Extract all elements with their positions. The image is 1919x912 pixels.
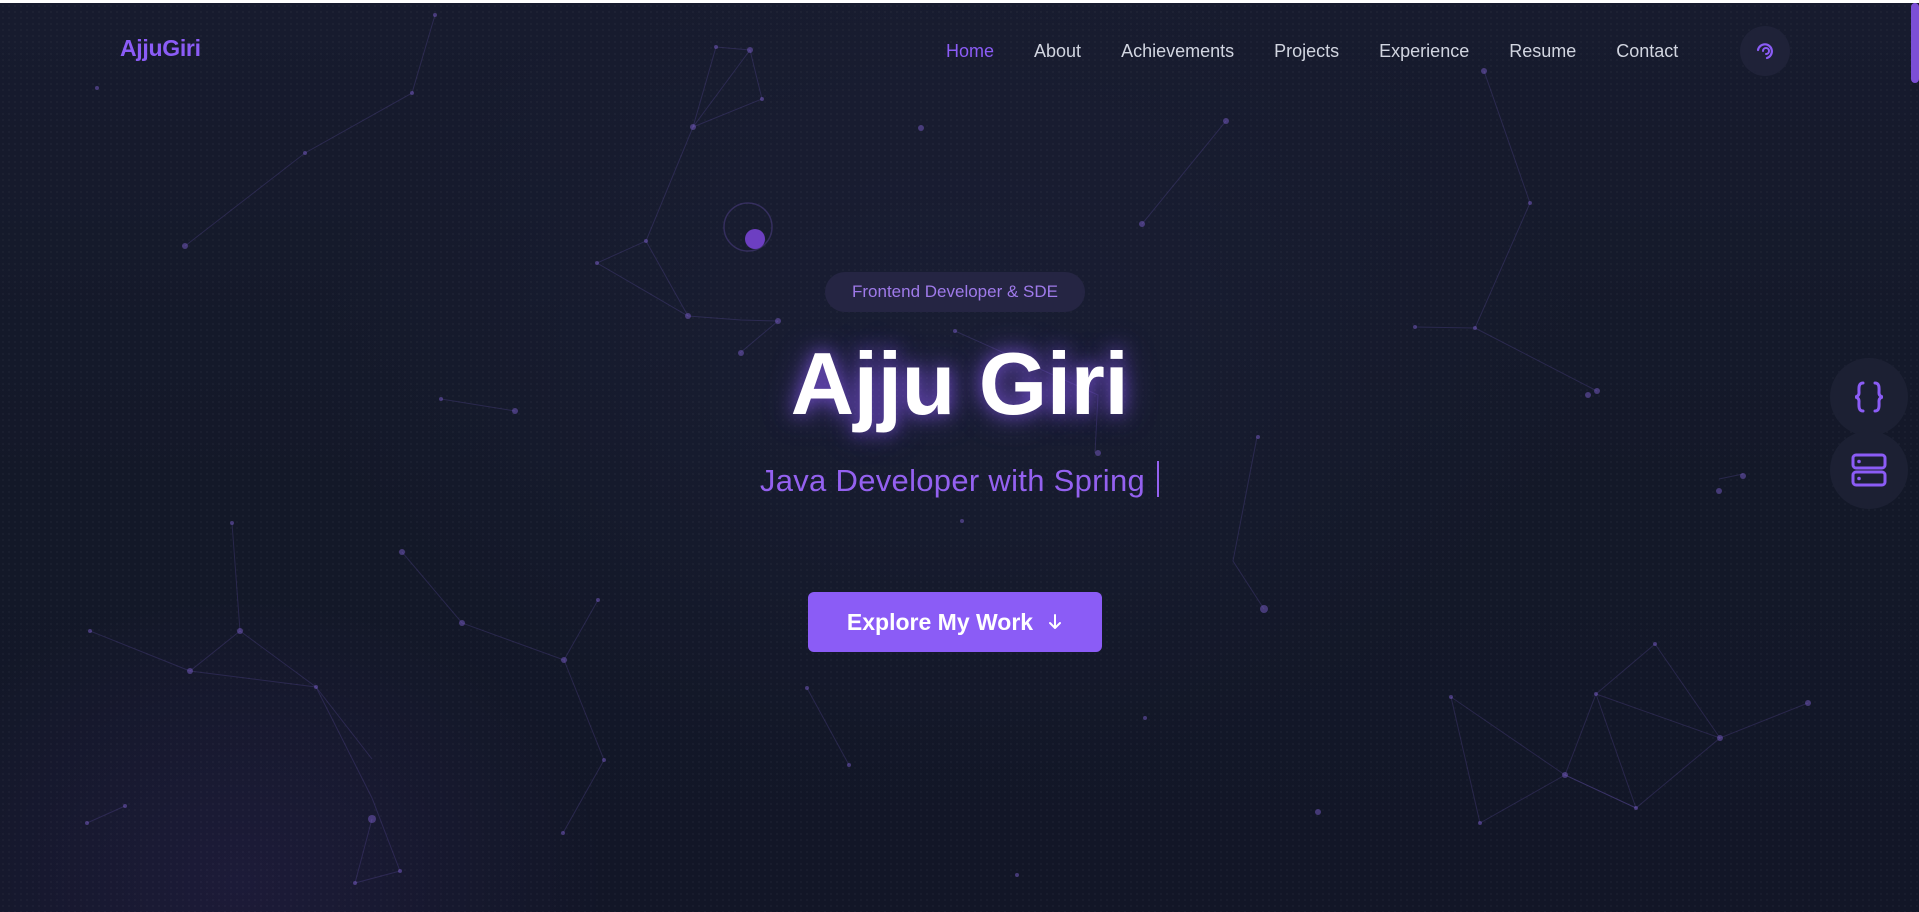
nav-link-achievements[interactable]: Achievements: [1121, 41, 1234, 62]
brand-logo-second: Giri: [162, 35, 201, 61]
nav-link-experience[interactable]: Experience: [1379, 41, 1469, 62]
nav-link-home[interactable]: Home: [946, 41, 994, 62]
hero-name-heading: Ajju Giri: [790, 334, 1129, 433]
hero-typed-role: Java Developer with Spring: [0, 461, 1919, 499]
server-icon: [1851, 453, 1887, 487]
curly-braces-icon: [1854, 381, 1884, 413]
role-tag-badge: Frontend Developer & SDE: [825, 272, 1085, 312]
floating-code-badge: [1830, 358, 1908, 436]
arrow-down-icon: [1049, 614, 1062, 629]
nav-link-contact[interactable]: Contact: [1616, 41, 1678, 62]
theme-toggle-button[interactable]: [1740, 26, 1790, 76]
brand-logo-first: Ajju: [120, 35, 163, 61]
typing-cursor: [1157, 461, 1160, 497]
nav-link-resume[interactable]: Resume: [1509, 41, 1576, 62]
explore-work-label: Explore My Work: [846, 608, 1034, 635]
main-nav: Home About Achievements Projects Experie…: [946, 41, 1718, 62]
nav-link-about[interactable]: About: [1034, 41, 1081, 62]
particle-network-background: [85, 13, 1811, 885]
brand-logo[interactable]: AjjuGiri: [120, 35, 201, 62]
scrollbar-thumb[interactable]: [1911, 3, 1919, 83]
half-moon-icon: [1756, 43, 1773, 60]
scrollbar[interactable]: [1909, 3, 1919, 912]
nav-link-projects[interactable]: Projects: [1274, 41, 1339, 62]
typed-role-text: Java Developer with Spring: [759, 463, 1146, 498]
explore-work-button[interactable]: Explore My Work: [808, 592, 1102, 652]
hero-page: AjjuGiri Home About Achievements Project…: [0, 0, 1919, 912]
floating-server-badge: [1830, 431, 1908, 509]
